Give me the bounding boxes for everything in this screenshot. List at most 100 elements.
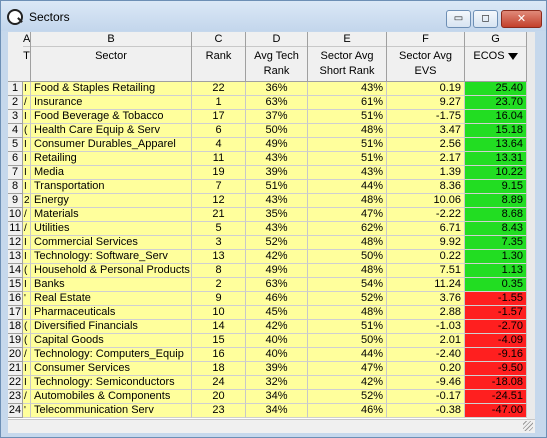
sector-avg-evs-cell[interactable]: 11.24 [387,278,465,292]
rank-cell[interactable]: 5 [192,222,246,236]
avg-tech-rank-cell[interactable]: 39% [246,166,308,180]
sector-avg-short-rank-cell[interactable]: 42% [308,376,387,390]
rank-cell[interactable]: 18 [192,362,246,376]
rank-cell[interactable]: 14 [192,320,246,334]
ecos-cell[interactable]: 1.30 [465,250,527,264]
sector-avg-short-rank-cell[interactable]: 43% [308,82,387,96]
rank-cell[interactable]: 10 [192,306,246,320]
rank-cell[interactable]: 7 [192,180,246,194]
ecos-cell[interactable]: -2.70 [465,320,527,334]
row-marker-cell[interactable]: I [23,362,31,376]
row-marker-cell[interactable]: / [23,390,31,404]
column-header-rank[interactable]: C Rank [192,32,246,82]
minimize-button[interactable]: ▭ [446,10,471,28]
table-row[interactable]: 23/Automobiles & Components 20 34% 52% -0.17… [8,390,535,404]
row-marker-cell[interactable]: I [23,110,31,124]
sector-avg-evs-cell[interactable]: 2.01 [387,334,465,348]
avg-tech-rank-cell[interactable]: 43% [246,222,308,236]
avg-tech-rank-cell[interactable]: 34% [246,404,308,418]
avg-tech-rank-cell[interactable]: 39% [246,362,308,376]
sector-cell[interactable]: Pharmaceuticals [31,306,192,320]
sector-avg-evs-cell[interactable]: 10.06 [387,194,465,208]
avg-tech-rank-cell[interactable]: 50% [246,124,308,138]
sector-avg-short-rank-cell[interactable]: 44% [308,348,387,362]
sector-cell[interactable]: Consumer Services [31,362,192,376]
avg-tech-rank-cell[interactable]: 63% [246,278,308,292]
row-marker-cell[interactable]: I [23,166,31,180]
sector-avg-short-rank-cell[interactable]: 48% [308,264,387,278]
avg-tech-rank-cell[interactable]: 51% [246,180,308,194]
rank-cell[interactable]: 15 [192,334,246,348]
row-number[interactable]: 2 [8,96,23,110]
row-marker-cell[interactable]: I [23,138,31,152]
sector-avg-evs-cell[interactable]: 3.47 [387,124,465,138]
ecos-cell[interactable]: -9.16 [465,348,527,362]
resize-grip-icon[interactable] [523,421,533,431]
row-marker-cell[interactable]: I [23,278,31,292]
row-number[interactable]: 5 [8,138,23,152]
sector-avg-evs-cell[interactable]: 9.27 [387,96,465,110]
row-marker-cell[interactable]: / [23,222,31,236]
ecos-cell[interactable]: 23.70 [465,96,527,110]
avg-tech-rank-cell[interactable]: 32% [246,376,308,390]
sector-avg-short-rank-cell[interactable]: 50% [308,334,387,348]
sector-avg-evs-cell[interactable]: 1.39 [387,166,465,180]
row-number[interactable]: 17 [8,306,23,320]
ecos-cell[interactable]: 16.04 [465,110,527,124]
avg-tech-rank-cell[interactable]: 42% [246,320,308,334]
title-bar[interactable]: Sectors ▭ ◻ ✕ [1,1,546,31]
column-header-sector-avg-short-rank[interactable]: E Sector Avg Short Rank [308,32,387,82]
avg-tech-rank-cell[interactable]: 42% [246,250,308,264]
table-row[interactable]: 10/Materials 21 35% 47% -2.22 8.68 [8,208,535,222]
sector-cell[interactable]: Banks [31,278,192,292]
ecos-cell[interactable]: 25.40 [465,82,527,96]
row-marker-cell[interactable]: ' [23,404,31,418]
sector-avg-short-rank-cell[interactable]: 52% [308,390,387,404]
sector-avg-evs-cell[interactable]: 0.22 [387,250,465,264]
table-row[interactable]: 5 I Consumer Durables_Apparel 4 49% 51% 2.56 13… [8,138,535,152]
row-marker-cell[interactable]: ( [23,124,31,138]
sector-avg-evs-cell[interactable]: -0.17 [387,390,465,404]
row-number[interactable]: 4 [8,124,23,138]
row-marker-cell[interactable]: I [23,152,31,166]
rank-cell[interactable]: 1 [192,96,246,110]
sector-avg-evs-cell[interactable]: -9.46 [387,376,465,390]
sector-avg-short-rank-cell[interactable]: 48% [308,194,387,208]
table-row[interactable]: 15 I Banks 2 63% 54% 11.24 0.35 [8,278,535,292]
rank-cell[interactable]: 11 [192,152,246,166]
table-row[interactable]: 1 I Food & Staples Retailing 22 36% 43% 0.19 25… [8,82,535,96]
sector-avg-evs-cell[interactable]: 2.88 [387,306,465,320]
rank-cell[interactable]: 3 [192,236,246,250]
table-row[interactable]: 20/Technology: Computers_Equip 16 40% 44% -2… [8,348,535,362]
sector-cell[interactable]: Transportation [31,180,192,194]
avg-tech-rank-cell[interactable]: 43% [246,152,308,166]
avg-tech-rank-cell[interactable]: 40% [246,334,308,348]
ecos-cell[interactable]: 9.15 [465,180,527,194]
rank-cell[interactable]: 16 [192,348,246,362]
avg-tech-rank-cell[interactable]: 49% [246,138,308,152]
row-number[interactable]: 12 [8,236,23,250]
row-number[interactable]: 10 [8,208,23,222]
row-marker-cell[interactable]: / [23,208,31,222]
ecos-cell[interactable]: 8.43 [465,222,527,236]
avg-tech-rank-cell[interactable]: 45% [246,306,308,320]
ecos-cell[interactable]: 15.18 [465,124,527,138]
table-row[interactable]: 14(Household & Personal Products 8 49% 48% 7… [8,264,535,278]
row-number[interactable]: 13 [8,250,23,264]
row-number[interactable]: 15 [8,278,23,292]
row-marker-cell[interactable]: ( [23,334,31,348]
sector-avg-short-rank-cell[interactable]: 48% [308,236,387,250]
table-row[interactable]: 13 I Technology: Software_Serv 13 42% 50% 0.22… [8,250,535,264]
sector-cell[interactable]: Energy [31,194,192,208]
rank-cell[interactable]: 20 [192,390,246,404]
row-marker-cell[interactable]: I [23,306,31,320]
avg-tech-rank-cell[interactable]: 63% [246,96,308,110]
vertical-scrollbar[interactable] [527,32,535,419]
table-row[interactable]: 7 I Media 19 39% 43% 1.39 10.22 [8,166,535,180]
sector-cell[interactable]: Technology: Semiconductors [31,376,192,390]
column-header-ecos[interactable]: G ECOS [465,32,527,82]
avg-tech-rank-cell[interactable]: 43% [246,194,308,208]
row-number[interactable]: 14 [8,264,23,278]
row-marker-cell[interactable]: I [23,250,31,264]
ecos-cell[interactable]: -18.08 [465,376,527,390]
